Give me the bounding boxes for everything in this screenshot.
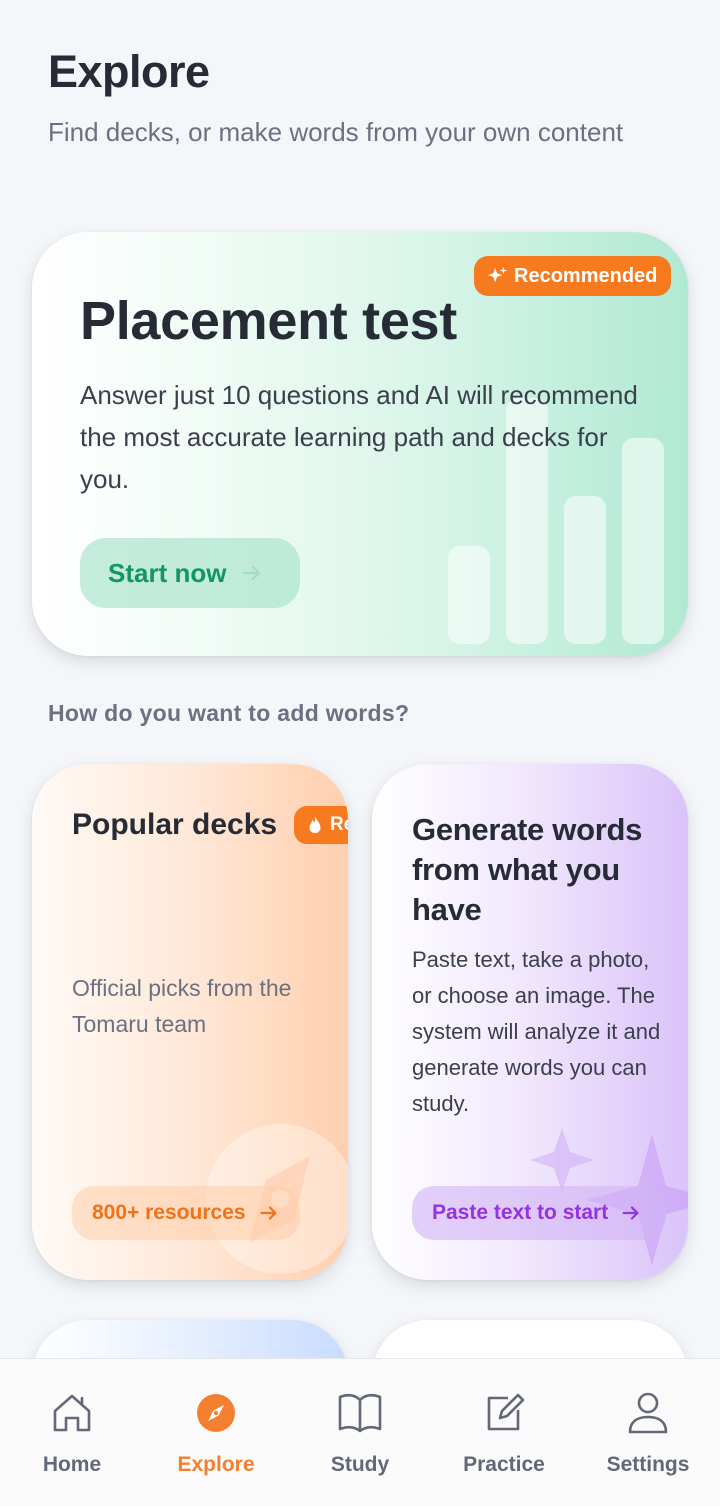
book-icon: [336, 1389, 384, 1437]
arrow-right-icon: [240, 561, 264, 585]
paste-text-label: Paste text to start: [432, 1201, 609, 1224]
tab-home-label: Home: [42, 1453, 102, 1476]
tab-settings[interactable]: Settings: [576, 1359, 720, 1506]
paste-text-button[interactable]: Paste text to start: [412, 1186, 666, 1240]
tab-study-label: Study: [330, 1453, 390, 1476]
bottom-tab-bar: Home Explore Study Practice Settings: [0, 1358, 720, 1506]
recommended-badge-hot: Recommended: [294, 806, 348, 844]
generate-words-title: Generate words from what you have: [412, 812, 643, 927]
resources-label: 800+ resources: [92, 1201, 246, 1224]
home-icon: [48, 1389, 96, 1437]
tab-explore-label: Explore: [177, 1453, 255, 1476]
compass-icon: [192, 1389, 240, 1437]
popular-decks-title: Popular decks: [72, 808, 278, 841]
generate-words-card[interactable]: Generate words from what you have Paste …: [372, 764, 688, 1280]
user-icon: [624, 1389, 672, 1437]
recommended-badge-label: Recommended: [514, 264, 658, 287]
start-now-button[interactable]: Start now: [80, 538, 300, 608]
placement-test-title: Placement test: [80, 291, 457, 351]
section-heading: How do you want to add words?: [48, 700, 410, 726]
tab-settings-label: Settings: [606, 1453, 690, 1476]
tab-explore[interactable]: Explore: [144, 1359, 288, 1506]
generate-words-description: Paste text, take a photo, or choose an i…: [412, 947, 661, 1116]
flame-icon: [306, 815, 324, 835]
tab-practice[interactable]: Practice: [432, 1359, 576, 1506]
tab-practice-label: Practice: [463, 1453, 545, 1476]
page-subtitle: Find decks, or make words from your own …: [48, 117, 624, 147]
recommended-badge: Recommended: [474, 256, 672, 296]
start-now-label: Start now: [108, 557, 227, 588]
popular-decks-card[interactable]: Popular decks Recommended Official picks…: [32, 764, 348, 1280]
page-title: Explore: [48, 46, 210, 97]
tab-home[interactable]: Home: [0, 1359, 144, 1506]
arrow-right-icon: [620, 1202, 642, 1224]
hot-badge-label: Recommended: [330, 814, 348, 835]
arrow-right-icon: [258, 1202, 280, 1224]
popular-decks-description: Official picks from the Tomaru team: [72, 975, 292, 1037]
placement-test-description: Answer just 10 questions and AI will rec…: [80, 380, 638, 494]
edit-icon: [480, 1389, 528, 1437]
resources-button[interactable]: 800+ resources: [72, 1186, 300, 1240]
tab-study[interactable]: Study: [288, 1359, 432, 1506]
placement-test-card[interactable]: Recommended Placement test Answer just 1…: [32, 232, 688, 656]
sparkle-icon: [486, 265, 508, 287]
